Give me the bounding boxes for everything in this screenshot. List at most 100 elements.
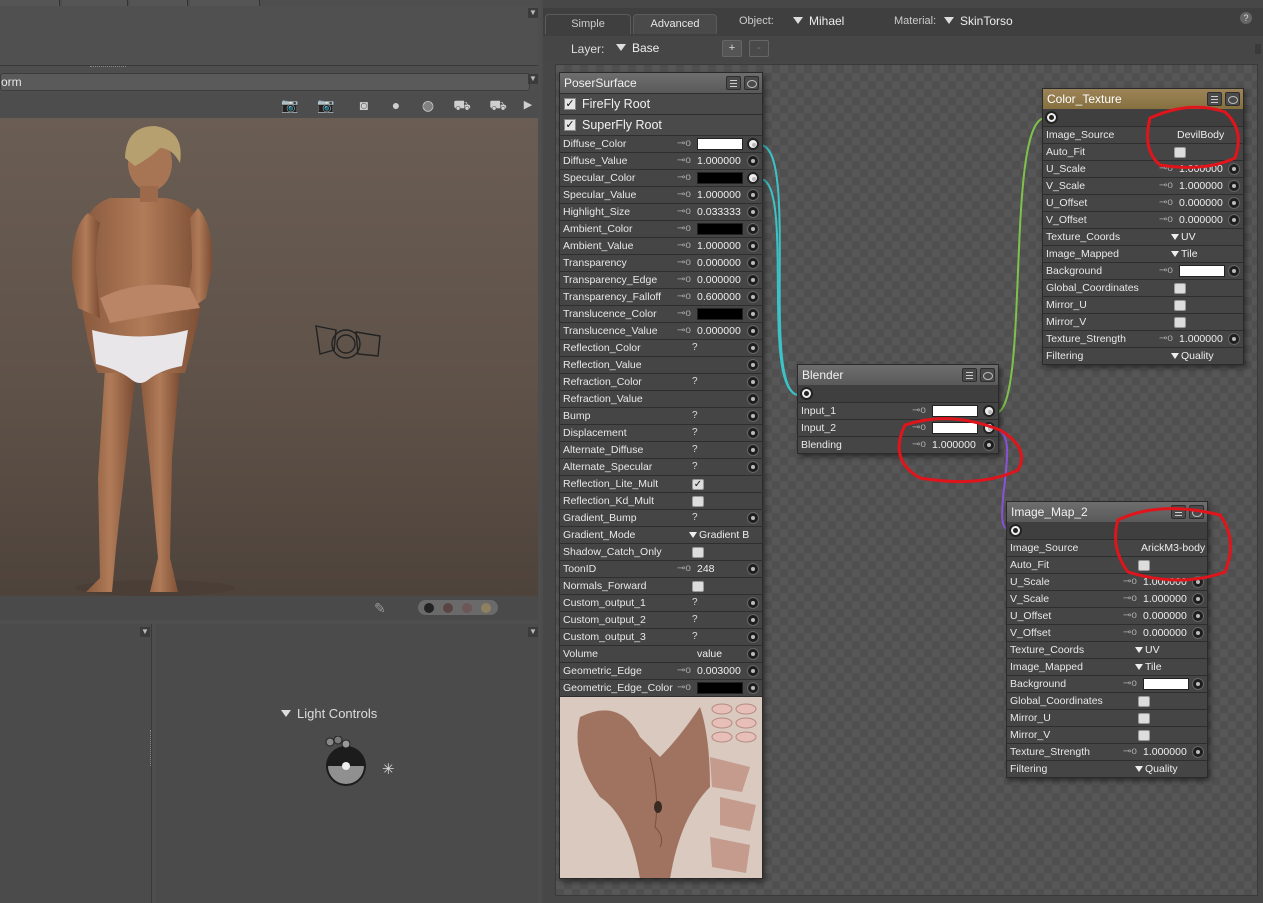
param-row-u-offset[interactable]: U_Offset ⊸o 0.000000	[1007, 607, 1207, 624]
param-value[interactable]: ?	[692, 408, 698, 424]
input-port-icon[interactable]	[747, 461, 759, 473]
param-value[interactable]: ?	[692, 595, 698, 611]
key-icon[interactable]: ⊸o	[1159, 263, 1173, 279]
param-row-reflection-kd-mult[interactable]: Reflection_Kd_Mult	[560, 492, 762, 509]
color-swatch[interactable]	[1143, 678, 1189, 690]
param-row-toonid[interactable]: ToonID ⊸o 248	[560, 560, 762, 577]
param-value[interactable]: 1.000000	[1143, 591, 1187, 607]
key-icon[interactable]: ⊸o	[912, 420, 926, 436]
param-row-mirror-v[interactable]: Mirror_V	[1007, 726, 1207, 743]
param-row-reflection-lite-mult[interactable]: Reflection_Lite_Mult ✓	[560, 475, 762, 492]
param-value[interactable]: ?	[692, 612, 698, 628]
checkbox[interactable]: ✓	[692, 479, 704, 490]
param-row-texture-coords[interactable]: Texture_Coords UV	[1043, 228, 1243, 245]
key-icon[interactable]: ⊸o	[1123, 591, 1137, 607]
checkbox[interactable]	[1138, 730, 1150, 741]
param-row-alternate-specular[interactable]: Alternate_Specular?	[560, 458, 762, 475]
key-icon[interactable]: ⊸o	[677, 204, 691, 220]
linked-port-icon[interactable]	[983, 405, 995, 417]
checkbox[interactable]	[1138, 560, 1150, 571]
param-value[interactable]: ?	[692, 374, 698, 390]
param-row-refraction-value[interactable]: Refraction_Value	[560, 390, 762, 407]
input-port-icon[interactable]	[747, 444, 759, 456]
input-port-icon[interactable]	[747, 665, 759, 677]
param-value[interactable]: ArickM3-body	[1141, 540, 1205, 556]
root-row-superfly-root[interactable]: ✓ SuperFly Root	[560, 114, 762, 135]
input-port-icon[interactable]	[747, 393, 759, 405]
checkbox[interactable]	[1138, 713, 1150, 724]
param-row-texture-strength[interactable]: Texture_Strength ⊸o 1.000000	[1043, 330, 1243, 347]
checkbox[interactable]	[1138, 696, 1150, 707]
param-row-image-source[interactable]: Image_Source ArickM3-body	[1007, 539, 1207, 556]
key-icon[interactable]: ⊸o	[1123, 574, 1137, 590]
output-port-icon[interactable]	[1009, 524, 1022, 537]
param-row-texture-strength[interactable]: Texture_Strength ⊸o 1.000000	[1007, 743, 1207, 760]
node-preview-icon[interactable]	[1225, 92, 1240, 106]
param-row-mirror-u[interactable]: Mirror_U	[1007, 709, 1207, 726]
color-swatch[interactable]	[932, 422, 978, 434]
input-port-icon[interactable]	[1192, 593, 1204, 605]
input-port-icon[interactable]	[747, 563, 759, 575]
input-port-icon[interactable]	[1192, 678, 1204, 690]
param-row-diffuse-color[interactable]: Diffuse_Color ⊸o	[560, 135, 762, 152]
param-value[interactable]: ?	[692, 340, 698, 356]
input-port-icon[interactable]	[747, 308, 759, 320]
param-value[interactable]: 1.000000	[932, 437, 976, 453]
color-swatch[interactable]	[697, 172, 743, 184]
param-value[interactable]: 1.000000	[697, 238, 741, 254]
param-row-refraction-color[interactable]: Refraction_Color?	[560, 373, 762, 390]
key-icon[interactable]: ⊸o	[1123, 625, 1137, 641]
key-icon[interactable]: ⊸o	[912, 403, 926, 419]
input-port-icon[interactable]	[747, 512, 759, 524]
key-icon[interactable]: ⊸o	[677, 153, 691, 169]
param-value[interactable]: 1.000000	[1143, 744, 1187, 760]
input-port-icon[interactable]	[747, 240, 759, 252]
input-port-icon[interactable]	[1228, 265, 1240, 277]
checkbox[interactable]	[1174, 300, 1186, 311]
node-preview-icon[interactable]	[744, 76, 759, 90]
param-row-specular-value[interactable]: Specular_Value ⊸o 1.000000	[560, 186, 762, 203]
param-dropdown[interactable]: Quality	[1135, 761, 1178, 777]
key-icon[interactable]: ⊸o	[677, 170, 691, 186]
param-row-image-mapped[interactable]: Image_Mapped Tile	[1043, 245, 1243, 262]
input-port-icon[interactable]	[747, 614, 759, 626]
param-row-translucence-color[interactable]: Translucence_Color ⊸o	[560, 305, 762, 322]
input-port-icon[interactable]	[747, 189, 759, 201]
param-value[interactable]: ?	[692, 442, 698, 458]
input-port-icon[interactable]	[747, 682, 759, 694]
param-row-specular-color[interactable]: Specular_Color ⊸o	[560, 169, 762, 186]
param-value[interactable]: 0.000000	[697, 255, 741, 271]
checkbox[interactable]: ✓	[564, 98, 576, 110]
param-value[interactable]: DevilBody	[1177, 127, 1224, 143]
color-swatch[interactable]	[697, 308, 743, 320]
key-icon[interactable]: ⊸o	[1123, 608, 1137, 624]
input-port-icon[interactable]	[1192, 627, 1204, 639]
param-row-background[interactable]: Background ⊸o	[1007, 675, 1207, 692]
input-port-icon[interactable]	[747, 291, 759, 303]
param-dropdown[interactable]: UV	[1171, 229, 1196, 245]
checkbox[interactable]	[692, 581, 704, 592]
linked-port-icon[interactable]	[983, 422, 995, 434]
node-options-icon[interactable]	[1171, 505, 1186, 519]
key-icon[interactable]: ⊸o	[677, 272, 691, 288]
param-value[interactable]: 1.000000	[1179, 331, 1223, 347]
param-row-input-2[interactable]: Input_2 ⊸o	[798, 419, 998, 436]
param-value[interactable]: 0.003000	[697, 663, 741, 679]
input-port-icon[interactable]	[747, 427, 759, 439]
key-icon[interactable]: ⊸o	[677, 323, 691, 339]
input-port-icon[interactable]	[747, 359, 759, 371]
param-value[interactable]: 1.000000	[1179, 161, 1223, 177]
key-icon[interactable]: ⊸o	[912, 437, 926, 453]
param-row-transparency-edge[interactable]: Transparency_Edge ⊸o 0.000000	[560, 271, 762, 288]
param-value[interactable]: 1.000000	[697, 153, 741, 169]
checkbox[interactable]	[692, 496, 704, 507]
key-icon[interactable]: ⊸o	[1123, 744, 1137, 760]
param-value[interactable]: value	[697, 646, 722, 662]
node-options-icon[interactable]	[1207, 92, 1222, 106]
param-value[interactable]: 248	[697, 561, 715, 577]
param-row-auto-fit[interactable]: Auto_Fit	[1007, 556, 1207, 573]
param-value[interactable]: 0.033333	[697, 204, 741, 220]
linked-port-icon[interactable]	[747, 172, 759, 184]
param-row-mirror-u[interactable]: Mirror_U	[1043, 296, 1243, 313]
param-value[interactable]: 0.600000	[697, 289, 741, 305]
